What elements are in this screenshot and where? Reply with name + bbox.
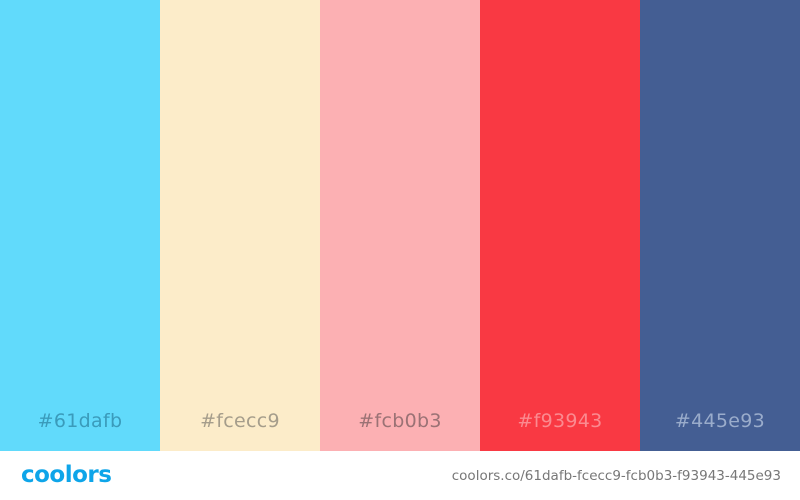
color-palette: #61dafb #fcecc9 #fcb0b3 #f93943 #445e93 xyxy=(0,0,800,451)
swatch-hex-label: #61dafb xyxy=(37,410,123,432)
color-swatch-1[interactable]: #61dafb xyxy=(0,0,160,451)
color-swatch-2[interactable]: #fcecc9 xyxy=(160,0,320,451)
color-swatch-4[interactable]: #f93943 xyxy=(480,0,640,451)
color-swatch-3[interactable]: #fcb0b3 xyxy=(320,0,480,451)
swatch-hex-label: #445e93 xyxy=(674,410,766,432)
palette-url-link[interactable]: coolors.co/61dafb-fcecc9-fcb0b3-f93943-4… xyxy=(452,467,781,485)
footer-bar: coolors coolors.co/61dafb-fcecc9-fcb0b3-… xyxy=(0,451,800,500)
swatch-hex-label: #fcb0b3 xyxy=(358,410,442,432)
swatch-hex-label: #fcecc9 xyxy=(200,410,280,432)
swatch-hex-label: #f93943 xyxy=(517,410,603,432)
coolors-logo[interactable]: coolors xyxy=(21,462,112,488)
color-swatch-5[interactable]: #445e93 xyxy=(640,0,800,451)
